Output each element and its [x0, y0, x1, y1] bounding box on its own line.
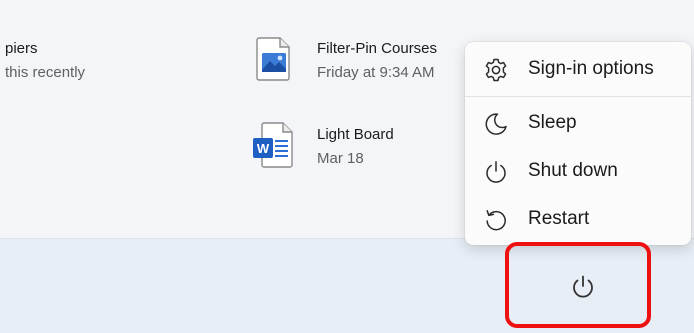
recommended-item-name: piers — [5, 40, 38, 57]
word-document-icon: W — [253, 122, 293, 168]
menu-item-shut-down[interactable]: Shut down — [465, 148, 691, 194]
power-icon — [486, 161, 506, 183]
recommended-item-subtitle: Friday at 9:34 AM — [317, 64, 435, 81]
image-file-icon — [256, 37, 290, 81]
menu-item-label: Sleep — [528, 112, 577, 133]
recommended-item-subtitle: this recently — [5, 64, 86, 81]
power-icon — [573, 275, 593, 298]
start-menu-panel: piers this recently Filter-Pin Courses F… — [0, 0, 694, 333]
svg-text:W: W — [257, 141, 270, 156]
restart-icon — [486, 210, 506, 231]
recommended-item-partial[interactable]: piers this recently — [0, 36, 180, 86]
recommended-item-subtitle: Mar 18 — [317, 150, 364, 167]
recommended-item-filter-pin-courses[interactable]: Filter-Pin Courses Friday at 9:34 AM — [248, 34, 463, 88]
gear-icon — [485, 58, 507, 82]
moon-icon — [485, 113, 507, 135]
recommended-item-name: Filter-Pin Courses — [317, 40, 438, 57]
recommended-item-name: Light Board — [317, 126, 394, 143]
menu-item-sign-in-options[interactable]: Sign-in options — [465, 46, 691, 92]
power-menu: Sign-in options Sleep Shut down Restart — [465, 42, 691, 245]
menu-item-label: Restart — [528, 208, 590, 229]
menu-item-sleep[interactable]: Sleep — [465, 100, 691, 146]
power-button[interactable] — [566, 270, 600, 304]
recommended-item-light-board[interactable]: W Light Board Mar 18 — [248, 120, 463, 174]
menu-item-restart[interactable]: Restart — [465, 196, 691, 242]
menu-item-label: Shut down — [528, 160, 618, 181]
menu-item-label: Sign-in options — [528, 58, 654, 79]
menu-divider — [465, 96, 691, 97]
